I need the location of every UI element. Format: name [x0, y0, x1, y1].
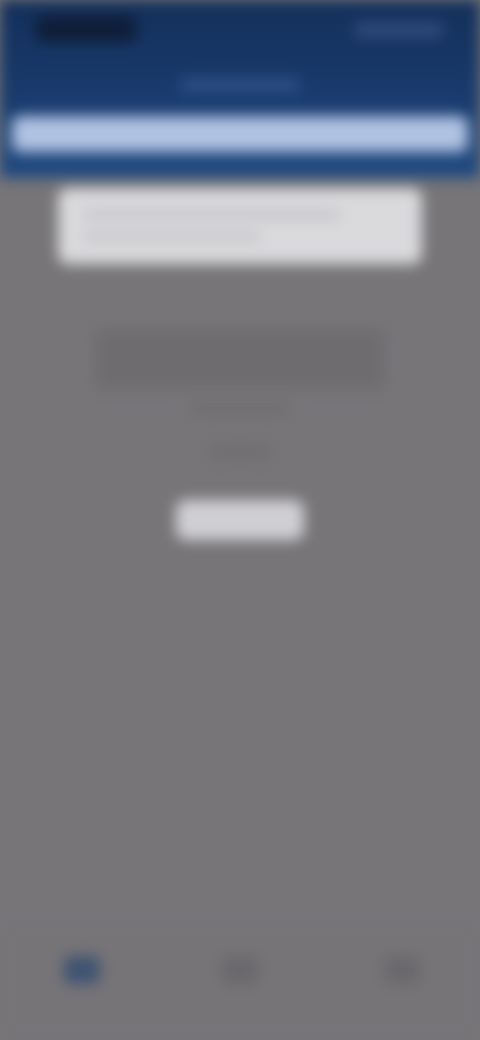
status-time — [36, 16, 136, 42]
app-screen — [0, 0, 480, 1040]
menu-icon — [222, 956, 258, 984]
search-input[interactable] — [12, 116, 472, 154]
blurred-content — [0, 0, 480, 1040]
info-card[interactable] — [58, 188, 422, 264]
message-subtitle — [190, 402, 290, 414]
app-header — [0, 0, 480, 178]
profile-icon — [384, 956, 420, 984]
nav-item-menu[interactable] — [210, 946, 270, 1006]
status-icons — [354, 22, 444, 38]
message-detail — [208, 446, 272, 458]
bottom-navigation — [0, 920, 480, 1040]
home-icon — [64, 956, 100, 984]
card-text-line — [82, 210, 342, 220]
search-bar[interactable] — [12, 116, 472, 154]
header-title — [180, 78, 300, 92]
message-title — [96, 330, 384, 388]
nav-item-profile[interactable] — [372, 946, 432, 1006]
status-bar — [0, 0, 480, 60]
primary-action-button[interactable] — [176, 500, 304, 540]
nav-item-home[interactable] — [52, 946, 112, 1006]
card-text-line-2 — [82, 232, 262, 242]
